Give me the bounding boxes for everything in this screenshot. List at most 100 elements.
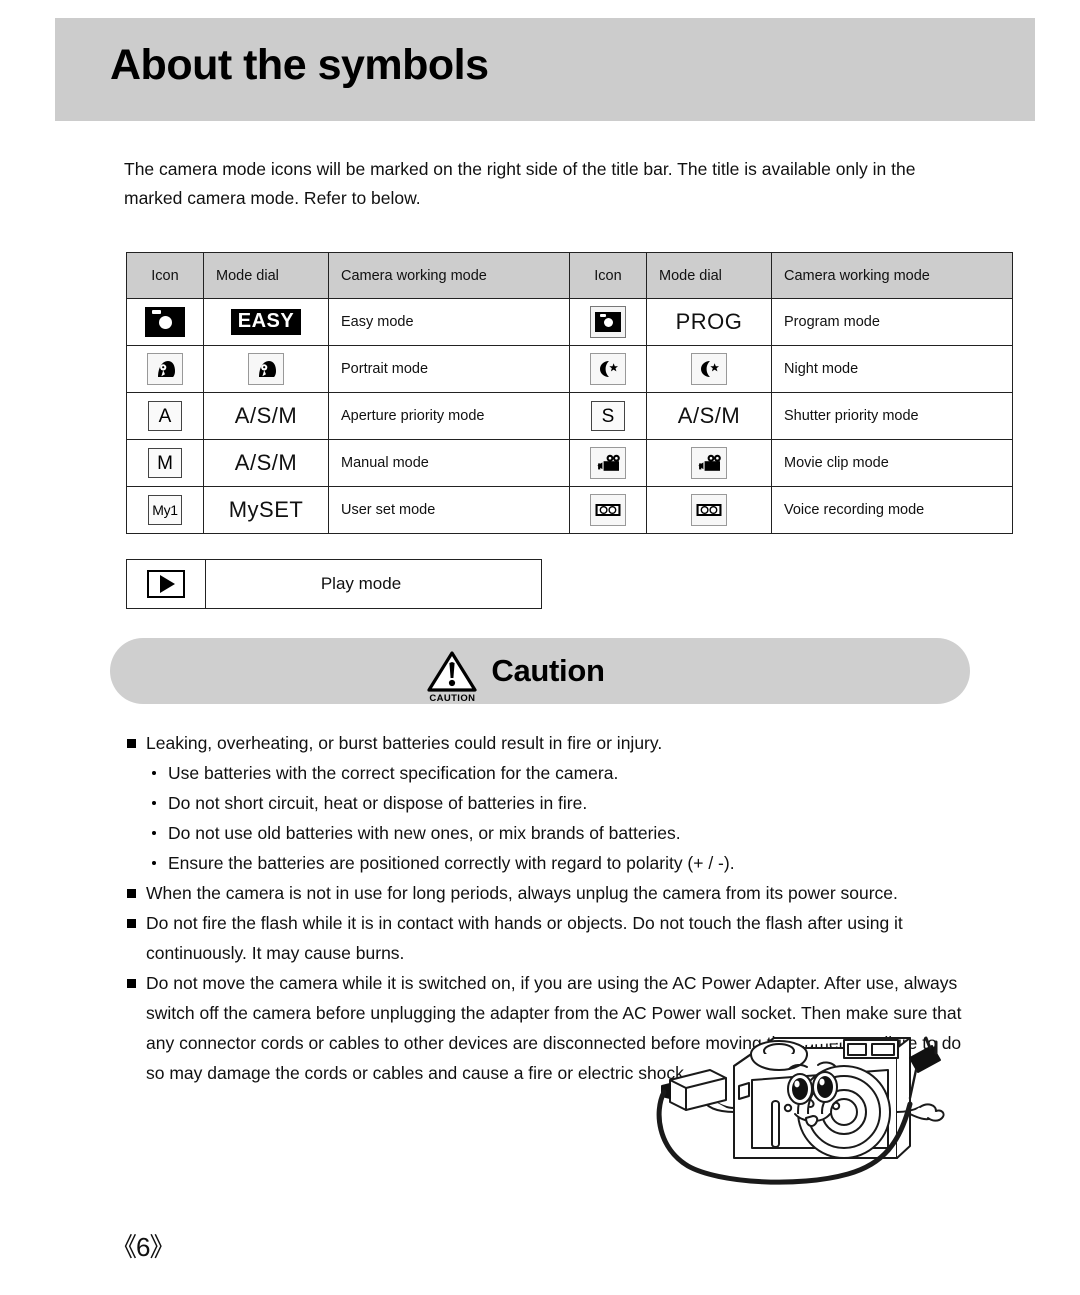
- table-row: My1 MySET User set mode Voice recording …: [126, 486, 1013, 534]
- dot-bullet-icon: [152, 801, 156, 805]
- camera-solid-icon: [145, 307, 185, 337]
- table-row: Portrait mode Night mode: [126, 345, 1013, 393]
- dial-label-prog: PROG: [675, 309, 743, 334]
- dial-label-asm-1: A/S/M: [234, 403, 298, 428]
- desc-cell-voice: Voice recording mode: [771, 486, 1013, 534]
- letter-m-icon: M: [148, 448, 182, 478]
- movie-icon: [590, 447, 626, 479]
- dial-cell-program: PROG: [646, 298, 772, 346]
- dial-cell-voice: [646, 486, 772, 534]
- icon-cell-shutter: S: [569, 392, 647, 440]
- desc-cell-play: Play mode: [205, 559, 542, 609]
- table-row: Play mode: [126, 559, 542, 609]
- page-number: 《6》: [111, 1232, 175, 1262]
- icon-cell-program: [569, 298, 647, 346]
- dial-cell-night: [646, 345, 772, 393]
- night-dial-icon: [691, 353, 727, 385]
- list-item-text: Do not use old batteries with new ones, …: [168, 823, 681, 843]
- movie-dial-icon: [691, 447, 727, 479]
- icon-cell-aperture: A: [126, 392, 204, 440]
- icon-cell-userset: My1: [126, 486, 204, 534]
- table-row: EASY Easy mode PROG Program mode: [126, 298, 1013, 346]
- portrait-icon: [147, 353, 183, 385]
- voice-icon: [590, 494, 626, 526]
- dial-cell-aperture: A/S/M: [203, 392, 329, 440]
- icon-cell-voice: [569, 486, 647, 534]
- mode-table-header: Icon Mode dial Camera working mode Icon …: [126, 252, 1013, 299]
- icon-cell-easy: [126, 298, 204, 346]
- desc-cell-aperture: Aperture priority mode: [328, 392, 570, 440]
- list-item: Do not short circuit, heat or dispose of…: [124, 788, 968, 818]
- square-bullet-icon: [127, 739, 136, 748]
- desc-cell-night: Night mode: [771, 345, 1013, 393]
- caution-title: Caution: [491, 653, 605, 688]
- camera-framed-icon: [590, 306, 626, 338]
- dial-label-myset: MySET: [228, 497, 304, 522]
- letter-a-label: A: [158, 405, 172, 427]
- play-icon: [147, 570, 185, 598]
- list-item: Do not fire the flash while it is in con…: [124, 908, 968, 968]
- table-row: A A/S/M Aperture priority mode S A/S/M S…: [126, 392, 1013, 440]
- letter-a-icon: A: [148, 401, 182, 431]
- desc-cell-program: Program mode: [771, 298, 1013, 346]
- dial-cell-userset: MySET: [203, 486, 329, 534]
- list-item: Leaking, overheating, or burst batteries…: [124, 728, 968, 758]
- desc-cell-manual: Manual mode: [328, 439, 570, 487]
- my1-icon: My1: [148, 495, 182, 525]
- th-desc-left: Camera working mode: [328, 252, 570, 299]
- mode-symbol-table: Icon Mode dial Camera working mode Icon …: [126, 252, 1013, 534]
- list-item: Use batteries with the correct specifica…: [124, 758, 968, 788]
- desc-cell-userset: User set mode: [328, 486, 570, 534]
- list-item-text: Ensure the batteries are positioned corr…: [168, 853, 735, 873]
- icon-cell-play: [126, 559, 206, 609]
- th-desc-right: Camera working mode: [771, 252, 1013, 299]
- warning-triangle-icon: CAUTION: [427, 651, 477, 704]
- list-item: Ensure the batteries are positioned corr…: [124, 848, 968, 878]
- desc-cell-easy: Easy mode: [328, 298, 570, 346]
- list-item-text: Use batteries with the correct specifica…: [168, 763, 619, 783]
- list-item-text: Leaking, overheating, or burst batteries…: [146, 733, 663, 753]
- dial-cell-manual: A/S/M: [203, 439, 329, 487]
- square-bullet-icon: [127, 979, 136, 988]
- camera-character-illustration: [648, 1008, 978, 1193]
- list-item-text: Do not fire the flash while it is in con…: [146, 913, 903, 963]
- dot-bullet-icon: [152, 831, 156, 835]
- list-item: When the camera is not in use for long p…: [124, 878, 968, 908]
- easy-badge: EASY: [230, 309, 302, 335]
- dial-label-asm-3: A/S/M: [234, 450, 298, 475]
- mode-table-body: EASY Easy mode PROG Program mode Portrai…: [126, 298, 1013, 534]
- square-bullet-icon: [127, 919, 136, 928]
- desc-cell-shutter: Shutter priority mode: [771, 392, 1013, 440]
- table-row: M A/S/M Manual mode Movie clip mode: [126, 439, 1013, 487]
- th-dial-right: Mode dial: [646, 252, 772, 299]
- desc-cell-movie: Movie clip mode: [771, 439, 1013, 487]
- list-item-text: When the camera is not in use for long p…: [146, 883, 898, 903]
- th-dial-left: Mode dial: [203, 252, 329, 299]
- icon-cell-movie: [569, 439, 647, 487]
- dot-bullet-icon: [152, 771, 156, 775]
- dial-cell-movie: [646, 439, 772, 487]
- list-item-text: Do not short circuit, heat or dispose of…: [168, 793, 588, 813]
- night-icon: [590, 353, 626, 385]
- table-header-row: Icon Mode dial Camera working mode Icon …: [126, 252, 1013, 299]
- dot-bullet-icon: [152, 861, 156, 865]
- letter-s-label: S: [601, 405, 615, 427]
- desc-cell-portrait: Portrait mode: [328, 345, 570, 393]
- th-icon-right: Icon: [569, 252, 647, 299]
- dial-cell-shutter: A/S/M: [646, 392, 772, 440]
- page-title: About the symbols: [110, 41, 489, 89]
- dial-cell-easy: EASY: [203, 298, 329, 346]
- caution-mark-label: CAUTION: [429, 692, 476, 704]
- voice-dial-icon: [691, 494, 727, 526]
- play-mode-table: Play mode: [126, 559, 542, 609]
- icon-cell-portrait: [126, 345, 204, 393]
- square-bullet-icon: [127, 889, 136, 898]
- list-item: Do not use old batteries with new ones, …: [124, 818, 968, 848]
- my1-label: My1: [152, 502, 178, 518]
- dial-cell-portrait: [203, 345, 329, 393]
- intro-paragraph: The camera mode icons will be marked on …: [124, 159, 916, 208]
- icon-cell-manual: M: [126, 439, 204, 487]
- caution-banner: CAUTION Caution: [110, 638, 970, 704]
- letter-m-label: M: [157, 452, 173, 474]
- icon-cell-night: [569, 345, 647, 393]
